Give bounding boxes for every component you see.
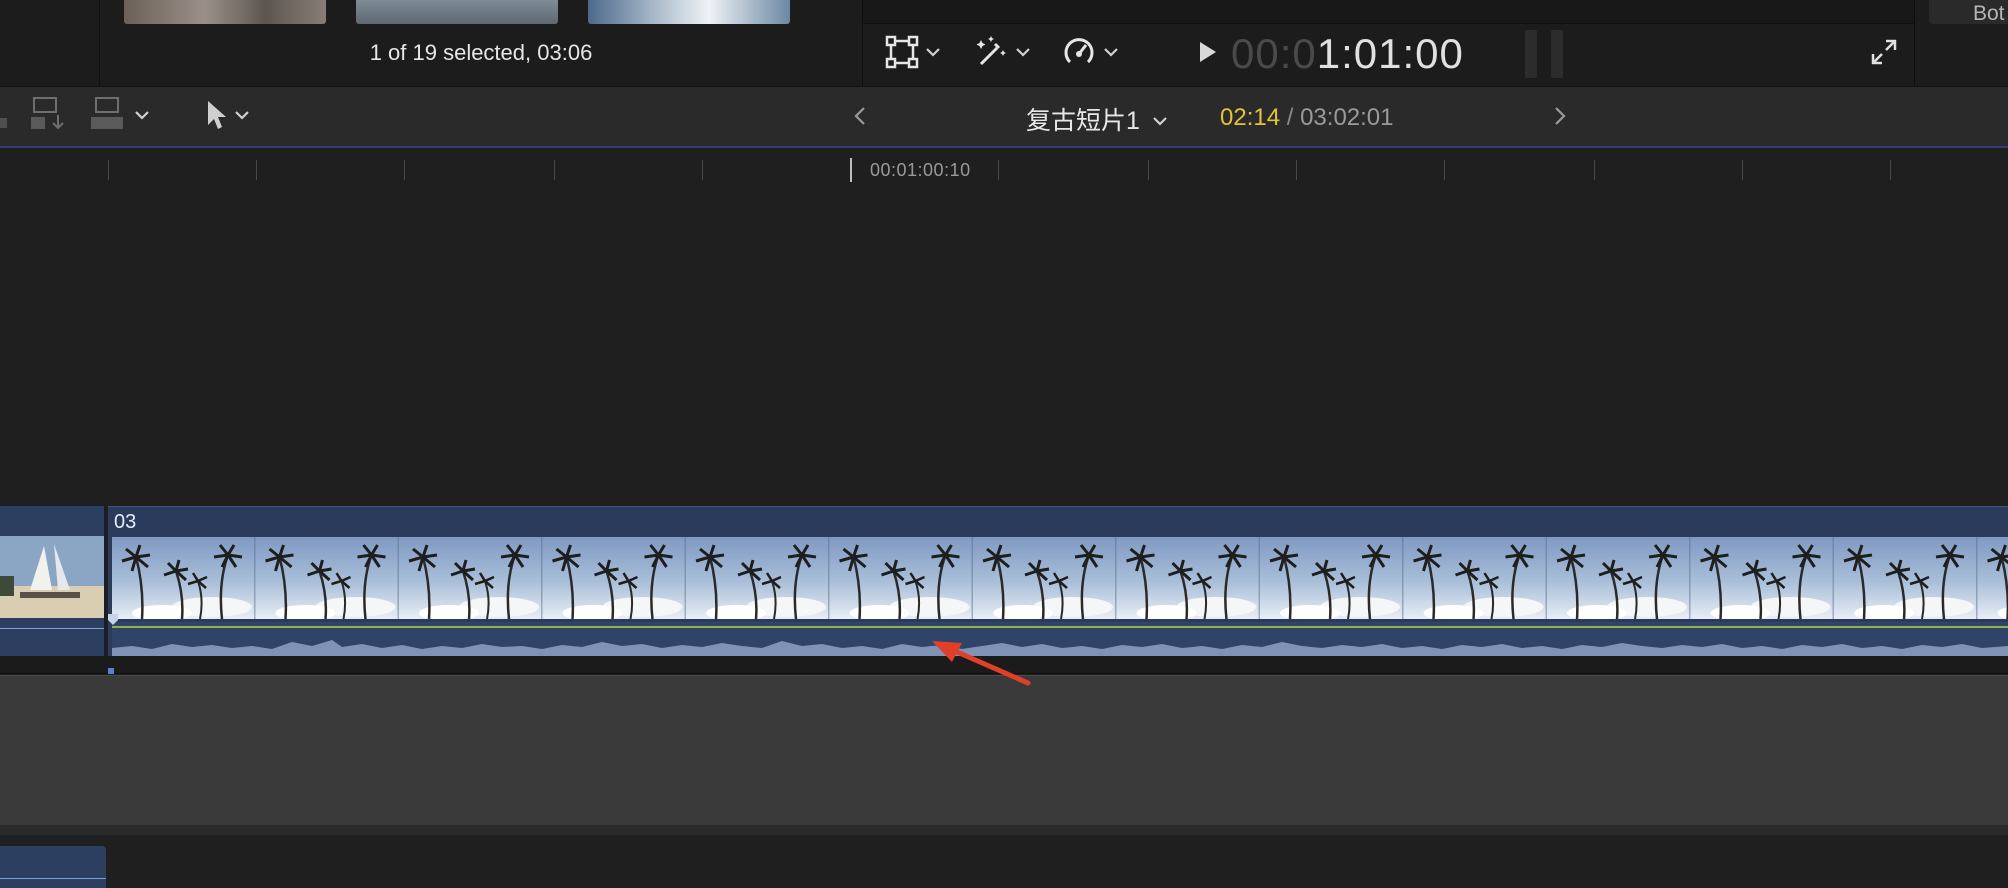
project-name: 复古短片1 <box>1026 107 1140 135</box>
insert-edit-icon <box>28 95 68 140</box>
chevron-right-icon <box>1553 105 1567 132</box>
edit-button-icon <box>0 100 10 135</box>
clip-filmstrip <box>112 537 2008 619</box>
timeline-back-button[interactable] <box>846 103 874 133</box>
inspector-label: Bot <box>1973 2 2005 25</box>
tool-select-button[interactable] <box>204 97 250 137</box>
chevron-down-icon <box>1103 45 1119 63</box>
bottom-audio-clip[interactable] <box>0 846 106 888</box>
ruler-position-marker <box>850 158 852 182</box>
video-clip[interactable]: 03 <box>108 506 2008 657</box>
inspector-panel-edge: Bot <box>1915 0 2008 86</box>
ruler-tick <box>702 160 703 180</box>
chevron-left-icon <box>853 105 867 132</box>
previous-clip[interactable] <box>0 506 106 656</box>
browser-panel: 1 of 19 selected, 03:06 <box>100 0 862 86</box>
timeline-lower-track-area[interactable] <box>0 675 2008 825</box>
expand-icon <box>1869 37 1899 72</box>
selection-info: 1 of 19 selected, 03:06 <box>369 40 593 65</box>
insert-edit-button[interactable] <box>28 95 68 140</box>
timeline-toolbar: 复古短片1 02:14 / 03:02:01 <box>0 86 2008 148</box>
ruler-tick <box>108 160 109 180</box>
transform-icon <box>885 35 919 74</box>
project-duration: 03:02:01 <box>1300 104 1394 131</box>
timeline-empty-area[interactable] <box>0 186 2008 506</box>
libraries-sidebar-edge <box>0 0 100 86</box>
final-cut-pro-window: 1 of 19 selected, 03:06 00:01:01:00 Bot … <box>0 0 2008 888</box>
clip-name: 03 <box>114 511 137 533</box>
chevron-down-icon <box>1015 45 1031 63</box>
enhancements-menu-button[interactable] <box>973 34 1031 75</box>
ruler-tick <box>1296 160 1297 180</box>
speed-icon <box>1061 34 1097 75</box>
ruler-tick <box>404 160 405 180</box>
ruler-tick <box>256 160 257 180</box>
browser-thumbnail-1[interactable] <box>124 0 326 24</box>
ruler-timecode-label: 00:01:00:10 <box>870 160 971 180</box>
ruler-tick <box>1148 160 1149 180</box>
current-time: 02:14 <box>1220 104 1281 131</box>
chevron-down-icon <box>1152 105 1168 134</box>
project-time-display: 02:14 / 03:02:01 <box>1220 104 1394 132</box>
chevron-down-icon <box>234 108 250 126</box>
append-edit-button[interactable] <box>0 97 10 137</box>
play-icon <box>1195 39 1219 70</box>
audio-level-line <box>0 628 104 629</box>
clip-start-marker-icon[interactable] <box>106 612 120 626</box>
pointer-arrow-icon <box>204 99 228 136</box>
viewer-timecode[interactable]: 00:01:01:00 <box>1231 30 1464 78</box>
viewer-image-edge <box>863 0 1914 24</box>
audio-waveform[interactable] <box>112 622 2008 657</box>
transform-menu-button[interactable] <box>885 35 941 74</box>
magic-wand-icon <box>973 34 1009 75</box>
timeline-gap-row <box>0 656 2008 674</box>
time-separator: / <box>1286 104 1294 131</box>
ruler-tick <box>1742 160 1743 180</box>
audio-meter-left <box>1525 30 1537 78</box>
timecode-value: 1:01:00 <box>1316 30 1464 77</box>
project-name-menu[interactable]: 复古短片1 <box>1026 101 1168 137</box>
timeline-bottom-area <box>0 835 2008 888</box>
ruler-tick <box>998 160 999 180</box>
play-button[interactable] <box>1195 36 1219 72</box>
ruler-tick <box>1594 160 1595 180</box>
fullscreen-button[interactable] <box>1869 36 1899 72</box>
ruler-tick <box>554 160 555 180</box>
viewer-panel: 00:01:01:00 <box>862 0 1915 86</box>
overwrite-edit-button[interactable] <box>88 95 150 140</box>
timeline-ruler[interactable]: 00:01:00:10 <box>0 150 2008 186</box>
previous-clip-thumbnail <box>0 536 104 618</box>
chevron-down-icon <box>134 108 150 126</box>
timeline-forward-button[interactable] <box>1546 103 1574 133</box>
ruler-tick <box>1444 160 1445 180</box>
chevron-down-icon <box>925 45 941 63</box>
ruler-tick <box>1890 160 1891 180</box>
timecode-leading: 00:0 <box>1231 30 1317 77</box>
retime-menu-button[interactable] <box>1061 36 1119 72</box>
audio-meter-right <box>1551 30 1563 78</box>
browser-thumbnail-2[interactable] <box>356 0 558 24</box>
skimmer-indicator <box>108 668 114 674</box>
audio-level-line <box>0 878 106 879</box>
timeline-divider <box>0 825 2008 835</box>
browser-thumbnail-3[interactable] <box>588 0 790 24</box>
overwrite-edit-icon <box>88 95 128 140</box>
